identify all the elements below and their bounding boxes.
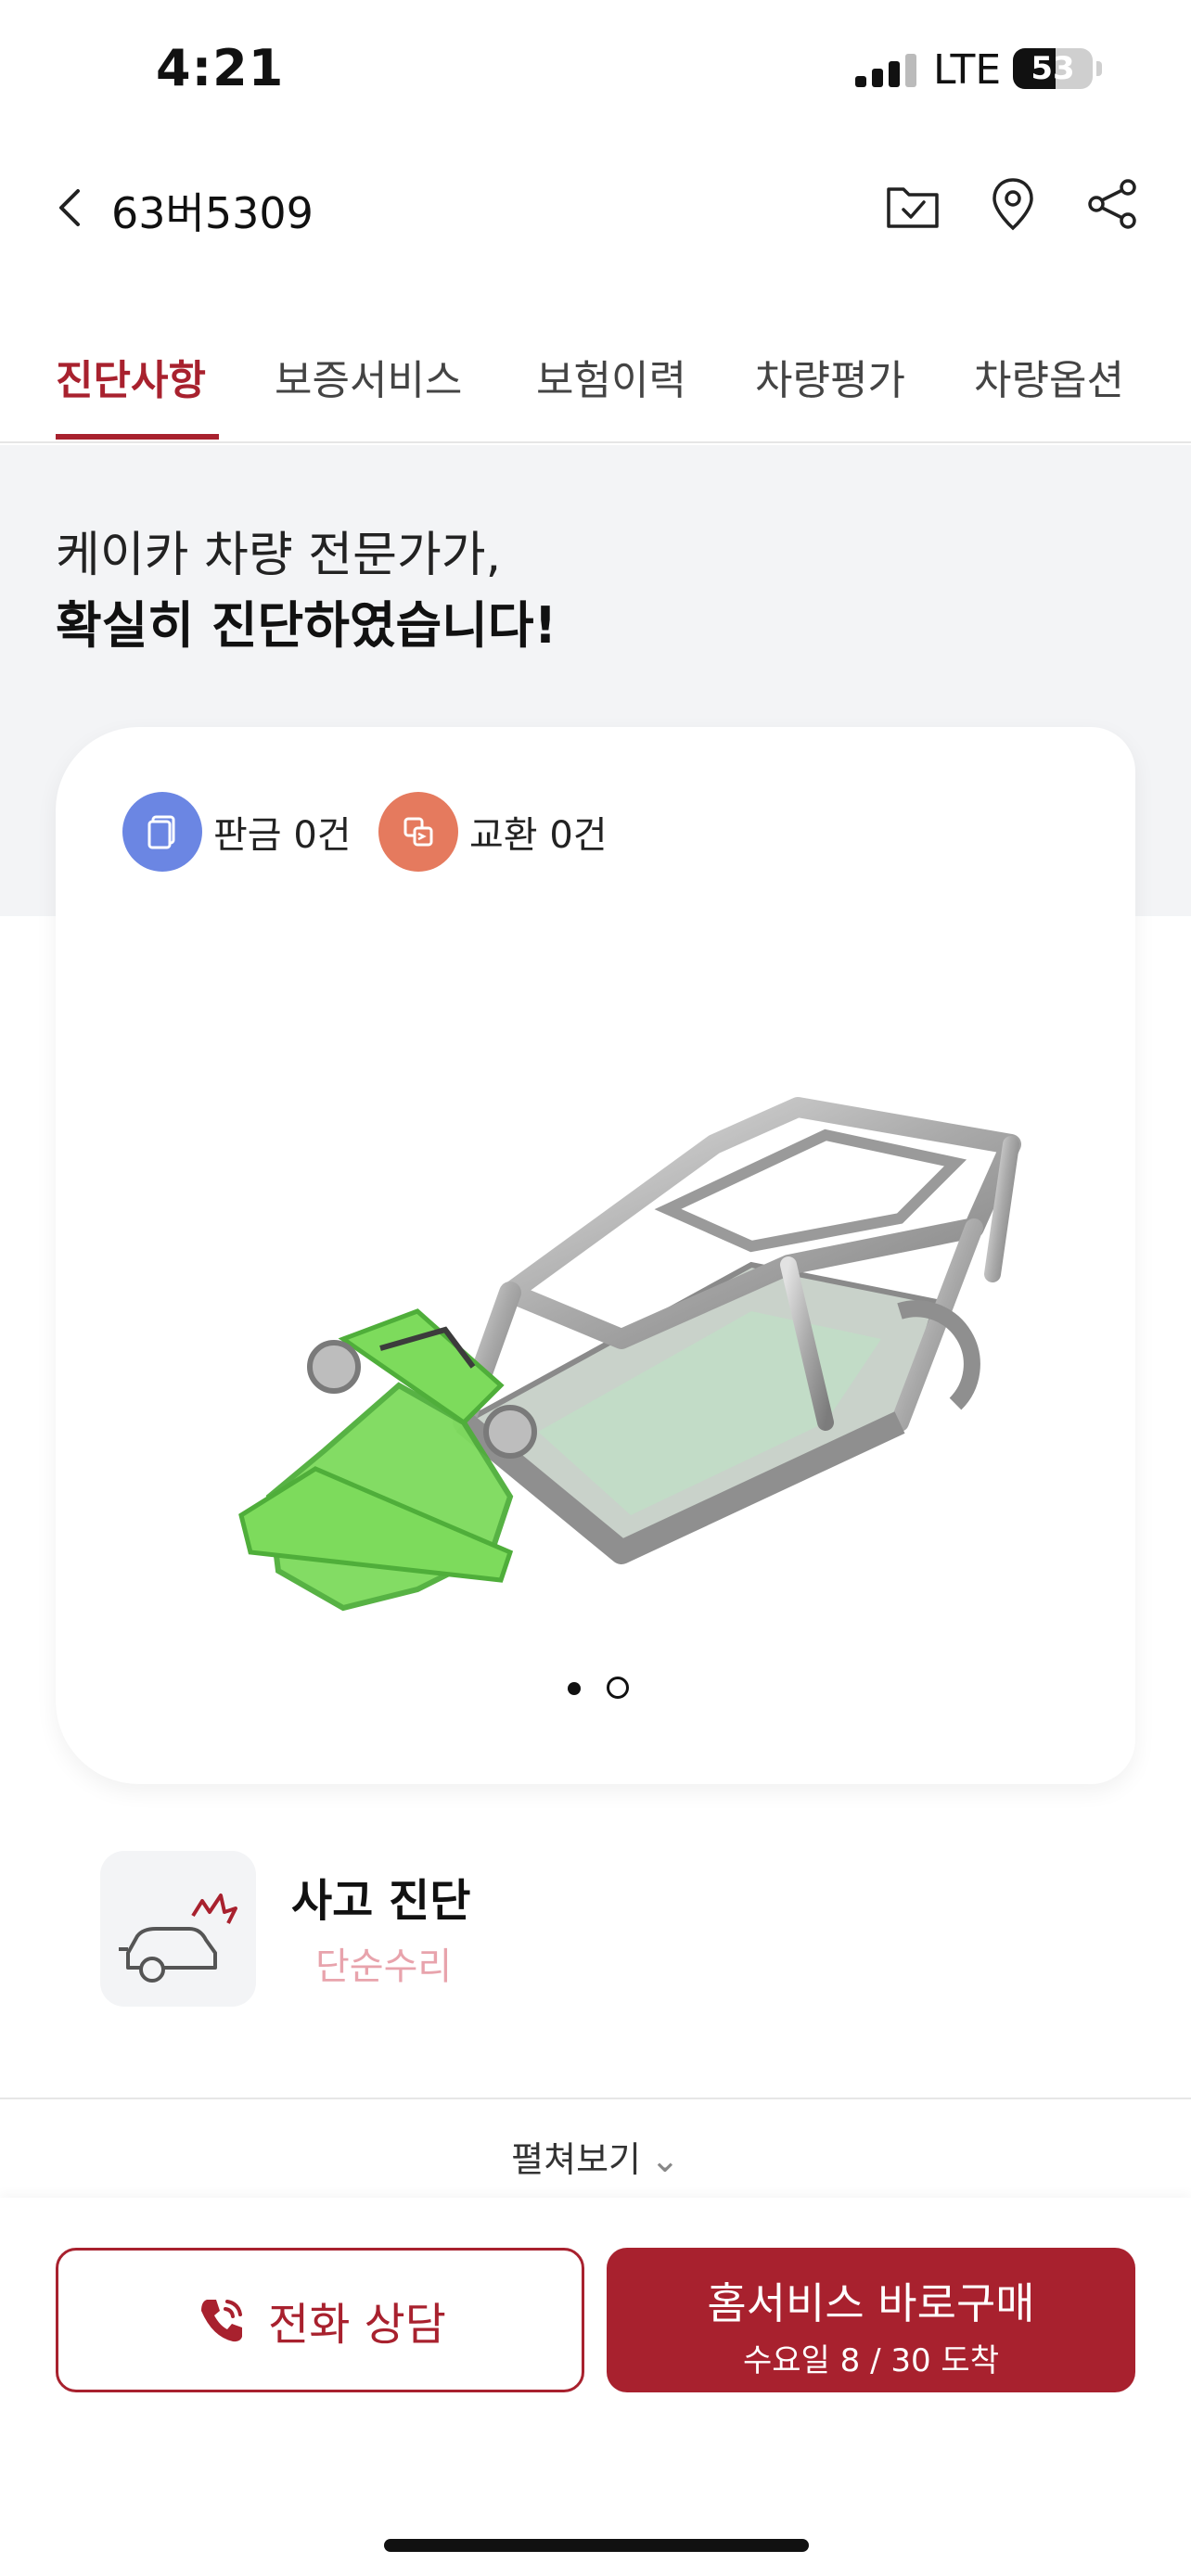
panel-icon [122,792,202,872]
accident-diagnosis-title: 사고 진단 [291,1875,471,1927]
tab-vehicle-evaluation[interactable]: 차량평가 [755,347,905,406]
carousel-dot-active[interactable] [568,1682,581,1695]
intro-title: 확실히 진단하였습니다! [56,596,557,655]
home-indicator[interactable] [384,2539,809,2552]
tab-bar: 진단사항 보증서비스 보험이력 차량평가 차량옵션 [0,334,1191,443]
legend-panel: 판금 0건 [122,792,352,872]
diagnosis-card: 판금 0건 교환 0건 [56,727,1135,1784]
battery-icon: 53 [1013,48,1093,89]
map-pin-icon[interactable] [983,174,1043,234]
tab-warranty[interactable]: 보증서비스 [275,347,462,406]
intro-subtitle: 케이카 차량 전문가가, [56,528,502,583]
battery-tip [1096,61,1102,76]
chevron-down-icon: ⌄ [650,2139,680,2180]
carousel-dot[interactable] [607,1677,629,1699]
car-frame-diagram[interactable] [232,1033,1030,1636]
buy-button-label: 홈서비스 바로구매 [707,2278,1035,2328]
network-label: LTE [933,46,1002,94]
top-header: 63버5309 [0,158,1191,260]
active-tab-indicator [56,434,219,440]
tab-insurance-history[interactable]: 보험이력 [536,347,686,406]
tab-diagnosis[interactable]: 진단사항 [56,347,206,406]
car-crash-icon [100,1851,256,2007]
buy-button-sublabel: 수요일 8 / 30 도착 [743,2342,999,2379]
accident-status: 단순수리 [315,1945,453,1988]
phone-consult-label: 전화 상담 [268,2299,446,2351]
battery-percent: 53 [1031,50,1075,87]
divider [0,2098,1191,2099]
share-icon[interactable] [1083,174,1143,234]
phone-icon [201,2300,243,2342]
exchange-icon [378,792,458,872]
expand-button[interactable]: 펼쳐보기 ⌄ [0,2131,1191,2182]
vehicle-plate-title: 63버5309 [111,188,314,238]
legend-exchange-label: 교환 0건 [469,814,608,857]
status-time: 4:21 [156,39,285,97]
home-service-buy-button[interactable]: 홈서비스 바로구매 수요일 8 / 30 도착 [607,2248,1135,2392]
tab-vehicle-options[interactable]: 차량옵션 [974,347,1124,406]
legend-exchange: 교환 0건 [378,792,608,872]
legend-panel-label: 판금 0건 [213,814,352,857]
back-arrow-icon[interactable] [48,180,93,236]
expand-label: 펼쳐보기 [511,2139,641,2180]
folder-check-icon[interactable] [883,174,942,234]
signal-icon [855,54,918,87]
bottom-action-bar: 전화 상담 홈서비스 바로구매 수요일 8 / 30 도착 [0,2198,1191,2576]
phone-consult-button[interactable]: 전화 상담 [56,2248,584,2392]
status-bar: 4:21 LTE 53 [0,0,1191,139]
